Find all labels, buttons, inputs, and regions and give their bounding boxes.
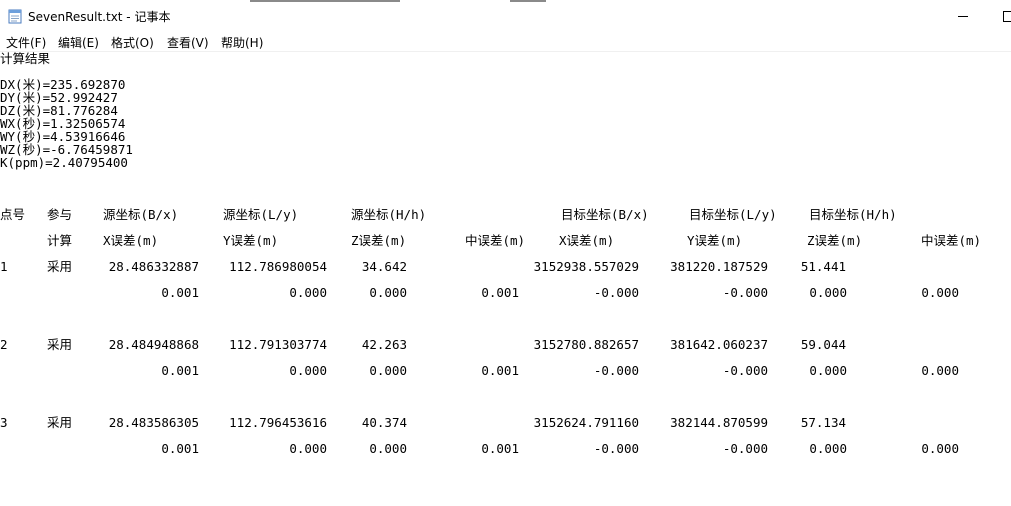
header-src-x-err: X误差(m)	[103, 233, 159, 248]
minimize-icon	[958, 16, 968, 17]
text-editor[interactable]: 计算结果 DX(米)=235.692870 DY(米)=52.992427 DZ…	[0, 52, 1011, 506]
participate-status: 采用	[47, 259, 73, 274]
src-z-err: 0.000	[369, 441, 407, 456]
maximize-button[interactable]	[986, 0, 1011, 32]
participate-status: 采用	[47, 337, 73, 352]
dst-l-value: 381220.187529	[670, 259, 768, 274]
src-h-value: 40.374	[361, 415, 407, 430]
dst-rms-err: 0.000	[921, 363, 959, 378]
src-y-err: 0.000	[289, 285, 327, 300]
dst-h-value: 51.441	[800, 259, 846, 274]
header-src-y-err: Y误差(m)	[223, 233, 279, 248]
header-src-z-err: Z误差(m)	[351, 233, 407, 248]
header-src-h: 源坐标(H/h)	[351, 207, 427, 222]
src-z-err: 0.000	[369, 363, 407, 378]
menu-help[interactable]: 帮助(H)	[221, 34, 263, 51]
point-id: 2	[0, 337, 8, 352]
header-dst-h: 目标坐标(H/h)	[809, 207, 897, 222]
dst-z-err: 0.000	[809, 441, 847, 456]
src-z-err: 0.000	[369, 285, 407, 300]
dst-b-value: 3152938.557029	[533, 259, 639, 274]
src-rms-err: 0.001	[481, 285, 519, 300]
dst-l-value: 381642.060237	[670, 337, 768, 352]
src-y-err: 0.000	[289, 363, 327, 378]
menu-view[interactable]: 查看(V)	[167, 34, 209, 51]
src-rms-err: 0.001	[481, 363, 519, 378]
participate-status: 采用	[47, 415, 73, 430]
dst-b-value: 3152780.882657	[533, 337, 639, 352]
src-x-err: 0.001	[161, 363, 199, 378]
dst-b-value: 3152624.791160	[533, 415, 639, 430]
header-dst-z-err: Z误差(m)	[807, 233, 863, 248]
maximize-icon	[1003, 11, 1011, 22]
dst-z-err: 0.000	[809, 285, 847, 300]
dst-l-value: 382144.870599	[670, 415, 768, 430]
dst-h-value: 59.044	[800, 337, 846, 352]
src-l-value: 112.796453616	[229, 415, 327, 430]
param-line: K(ppm)=2.40795400	[0, 155, 128, 170]
background-window-edge	[510, 0, 546, 2]
dst-h-value: 57.134	[800, 415, 846, 430]
dst-rms-err: 0.000	[921, 285, 959, 300]
header-participate: 参与	[47, 207, 73, 222]
menu-format[interactable]: 格式(O)	[111, 34, 154, 51]
src-b-value: 28.484948868	[108, 337, 199, 352]
src-h-value: 42.263	[361, 337, 407, 352]
src-x-err: 0.001	[161, 285, 199, 300]
dst-x-err: -0.000	[593, 441, 639, 456]
dst-y-err: -0.000	[722, 441, 768, 456]
background-window-edge	[250, 0, 400, 2]
src-b-value: 28.486332887	[108, 259, 199, 274]
dst-z-err: 0.000	[809, 363, 847, 378]
point-id: 3	[0, 415, 8, 430]
dst-y-err: -0.000	[722, 285, 768, 300]
dst-x-err: -0.000	[593, 363, 639, 378]
header-dst-l: 目标坐标(L/y)	[689, 207, 777, 222]
dst-y-err: -0.000	[722, 363, 768, 378]
header-dst-b: 目标坐标(B/x)	[561, 207, 649, 222]
menu-edit[interactable]: 编辑(E)	[58, 34, 99, 51]
notepad-icon	[8, 9, 22, 24]
header-src-l: 源坐标(L/y)	[223, 207, 299, 222]
src-b-value: 28.483586305	[108, 415, 199, 430]
minimize-button[interactable]	[940, 0, 986, 32]
src-rms-err: 0.001	[481, 441, 519, 456]
src-x-err: 0.001	[161, 441, 199, 456]
header-dst-rms-err: 中误差(m)	[921, 233, 982, 248]
menu-file[interactable]: 文件(F)	[6, 34, 46, 51]
dst-x-err: -0.000	[593, 285, 639, 300]
header-point-id: 点号	[0, 207, 26, 222]
point-id: 1	[0, 259, 8, 274]
header-dst-y-err: Y误差(m)	[687, 233, 743, 248]
header-src-b: 源坐标(B/x)	[103, 207, 179, 222]
header-dst-x-err: X误差(m)	[559, 233, 615, 248]
header-src-rms-err: 中误差(m)	[465, 233, 526, 248]
window-title: SevenResult.txt - 记事本	[28, 10, 171, 24]
menu-bar: 文件(F) 编辑(E) 格式(O) 查看(V) 帮助(H)	[0, 32, 1011, 52]
result-heading: 计算结果	[0, 52, 51, 66]
src-l-value: 112.791303774	[229, 337, 327, 352]
title-bar[interactable]: SevenResult.txt - 记事本	[0, 0, 1011, 32]
header-calc: 计算	[47, 233, 73, 248]
src-h-value: 34.642	[361, 259, 407, 274]
src-l-value: 112.786980054	[229, 259, 327, 274]
src-y-err: 0.000	[289, 441, 327, 456]
dst-rms-err: 0.000	[921, 441, 959, 456]
